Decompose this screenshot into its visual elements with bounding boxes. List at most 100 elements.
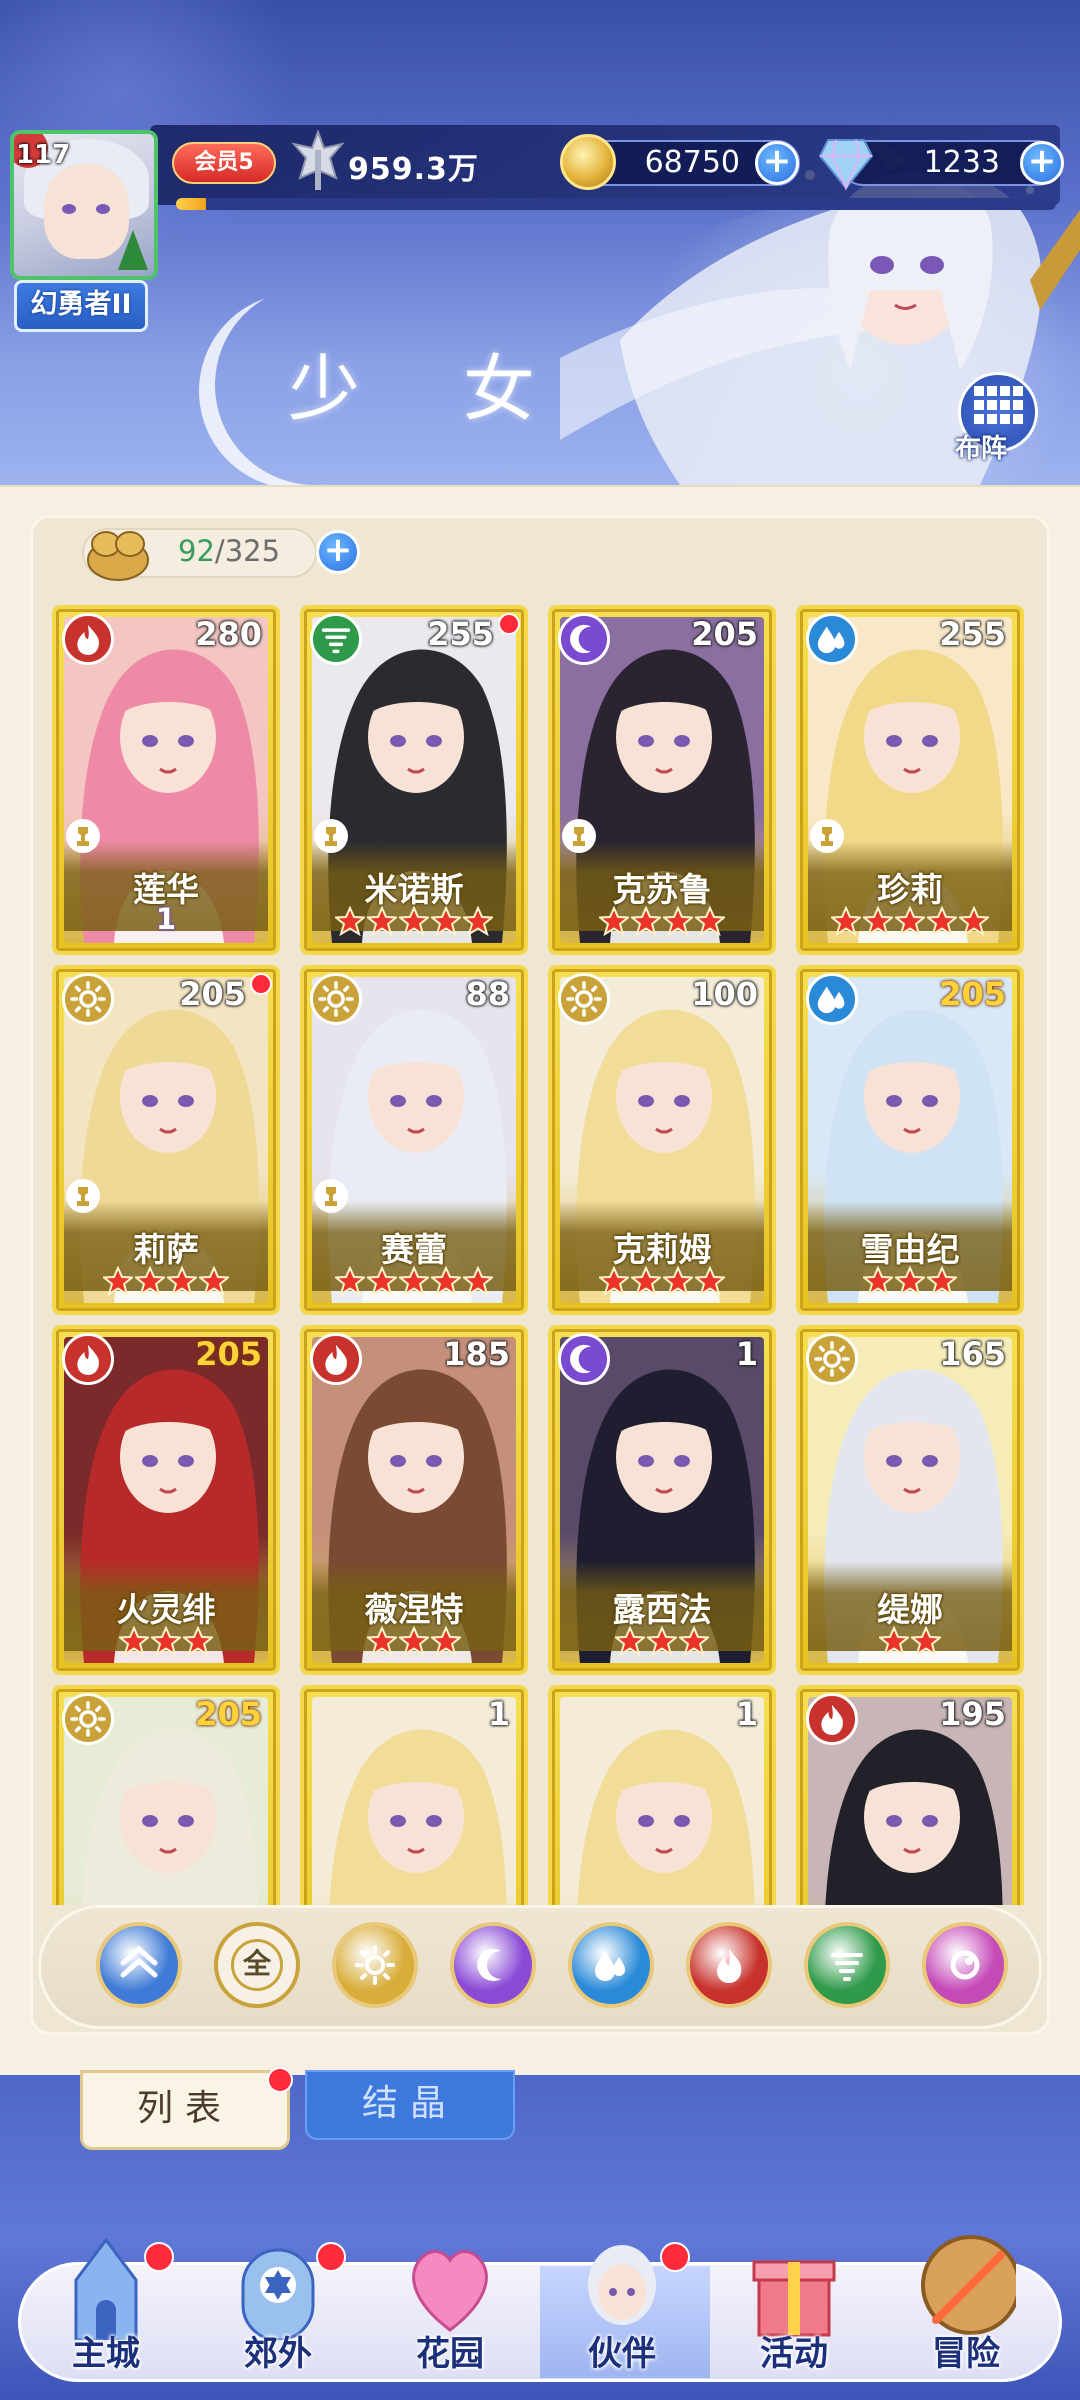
fire-element-icon xyxy=(62,1333,114,1385)
capacity-separator: / xyxy=(214,534,225,568)
gift-icon xyxy=(744,2230,844,2340)
nav-heart[interactable]: 花园 xyxy=(370,2230,530,2390)
filter-water-button[interactable] xyxy=(568,1922,654,2008)
partner-card[interactable]: 205 雪由纪 xyxy=(796,965,1024,1315)
partner-card[interactable]: 88 赛蕾 xyxy=(300,965,528,1315)
moon-element-icon xyxy=(558,1333,610,1385)
partner-icon xyxy=(572,2230,672,2340)
filter-fire-button[interactable] xyxy=(686,1922,772,2008)
player-rank-badge[interactable]: 幻勇者II xyxy=(14,280,148,332)
add-coins-button[interactable]: + xyxy=(755,141,799,185)
partner-portrait xyxy=(312,1697,516,1905)
light-element-icon xyxy=(62,973,114,1025)
nav-label: 主城 xyxy=(72,2334,140,2374)
partner-card[interactable]: 280 莲华 1 xyxy=(52,605,280,955)
light-element-icon xyxy=(310,973,362,1025)
nav-portal[interactable]: 郊外 xyxy=(198,2230,358,2390)
filter-moon-button[interactable] xyxy=(450,1922,536,2008)
partner-card[interactable]: 1 xyxy=(300,1685,528,1905)
partner-card[interactable]: 205 火灵绯 xyxy=(52,1325,280,1675)
add-gems-button[interactable]: + xyxy=(1020,141,1064,185)
partner-card[interactable]: 195 xyxy=(796,1685,1024,1905)
fire-element-icon xyxy=(62,613,114,665)
water-drop-icon xyxy=(585,1939,637,1991)
partner-level: 1 xyxy=(487,1695,510,1733)
nav-castle[interactable]: 主城 xyxy=(26,2230,186,2390)
partner-card[interactable]: 185 薇涅特 xyxy=(300,1325,528,1675)
tab-list[interactable]: 列表 xyxy=(80,2067,293,2150)
partner-card[interactable]: 205 xyxy=(52,1685,280,1905)
capacity-bag-icon xyxy=(87,531,149,581)
partner-name: 露西法 xyxy=(612,1590,712,1629)
star-icon xyxy=(463,906,493,936)
deployed-chess-icon xyxy=(66,819,100,853)
filter-light-button[interactable] xyxy=(332,1922,418,2008)
nav-partner[interactable]: 伙伴 xyxy=(542,2230,702,2390)
partner-card[interactable]: 1 露西法 xyxy=(548,1325,776,1675)
notification-dot xyxy=(660,2242,690,2272)
partner-level: 280 xyxy=(195,615,262,653)
partner-name: 缇娜 xyxy=(877,1590,943,1629)
star-icon xyxy=(599,1266,629,1296)
tab-crystal[interactable]: 结晶 xyxy=(305,2070,515,2140)
partner-card[interactable]: 165 缇娜 xyxy=(796,1325,1024,1675)
star-icon xyxy=(663,1266,693,1296)
filter-sort-button[interactable] xyxy=(96,1922,182,2008)
star-icon xyxy=(399,1266,429,1296)
star-icon xyxy=(199,1266,229,1296)
partner-level: 255 xyxy=(939,615,1006,653)
nav-label: 冒险 xyxy=(932,2334,1000,2374)
tab-list-label: 列表 xyxy=(136,2088,233,2129)
partner-card[interactable]: 100 克莉姆 xyxy=(548,965,776,1315)
partner-card[interactable]: 205 莉萨 xyxy=(52,965,280,1315)
partner-card[interactable]: 255 米诺斯 xyxy=(300,605,528,955)
player-level: 117 xyxy=(16,140,71,170)
partner-name: 莉萨 xyxy=(133,1230,199,1269)
expand-capacity-button[interactable]: + xyxy=(316,530,360,574)
partner-card[interactable]: 255 珍莉 xyxy=(796,605,1024,955)
partner-card[interactable]: 205 克苏鲁 xyxy=(548,605,776,955)
star-icon xyxy=(367,1626,397,1656)
star-icon xyxy=(399,1626,429,1656)
partner-level: 255 xyxy=(427,615,494,653)
sort-arrows-icon xyxy=(113,1939,165,1991)
star-icon xyxy=(895,906,925,936)
partner-name: 火灵绯 xyxy=(116,1590,216,1629)
star-icon xyxy=(367,1266,397,1296)
notification-dot xyxy=(250,973,272,995)
deployed-chess-icon xyxy=(66,1179,100,1213)
dark-orb-icon xyxy=(939,1939,991,1991)
star-icon xyxy=(679,1626,709,1656)
filter-all-button[interactable]: 全 xyxy=(214,1922,300,2008)
nav-sword[interactable]: 冒险 xyxy=(886,2230,1046,2390)
nav-label: 伙伴 xyxy=(588,2334,656,2374)
coin-icon xyxy=(560,134,616,190)
star-icon xyxy=(879,1626,909,1656)
partner-portrait xyxy=(560,1697,764,1905)
partner-level: 195 xyxy=(939,1695,1006,1733)
exp-progress-fill xyxy=(176,198,206,210)
partner-card[interactable]: 1 xyxy=(548,1685,776,1905)
partner-name: 米诺斯 xyxy=(364,870,464,909)
star-rating xyxy=(552,906,772,940)
diamond-icon xyxy=(818,139,874,191)
awaken-wing-badge: 1 xyxy=(155,902,177,936)
nav-label: 活动 xyxy=(760,2334,828,2374)
star-icon xyxy=(431,906,461,936)
filter-dark-button[interactable] xyxy=(922,1922,1008,2008)
partner-level: 88 xyxy=(465,975,510,1013)
nav-gift[interactable]: 活动 xyxy=(714,2230,874,2390)
star-icon xyxy=(151,1626,181,1656)
star-icon xyxy=(167,1266,197,1296)
filter-wind-button[interactable] xyxy=(804,1922,890,2008)
partner-level: 1 xyxy=(735,1335,758,1373)
partner-name: 薇涅特 xyxy=(364,1590,464,1629)
star-icon xyxy=(695,906,725,936)
star-icon xyxy=(463,1266,493,1296)
exp-progress-bar xyxy=(176,198,1056,210)
grid-icon xyxy=(974,386,1023,424)
vip-badge[interactable]: 会员5 xyxy=(172,142,276,184)
star-icon xyxy=(399,906,429,936)
star-rating xyxy=(304,1266,524,1300)
light-element-icon xyxy=(62,1693,114,1745)
